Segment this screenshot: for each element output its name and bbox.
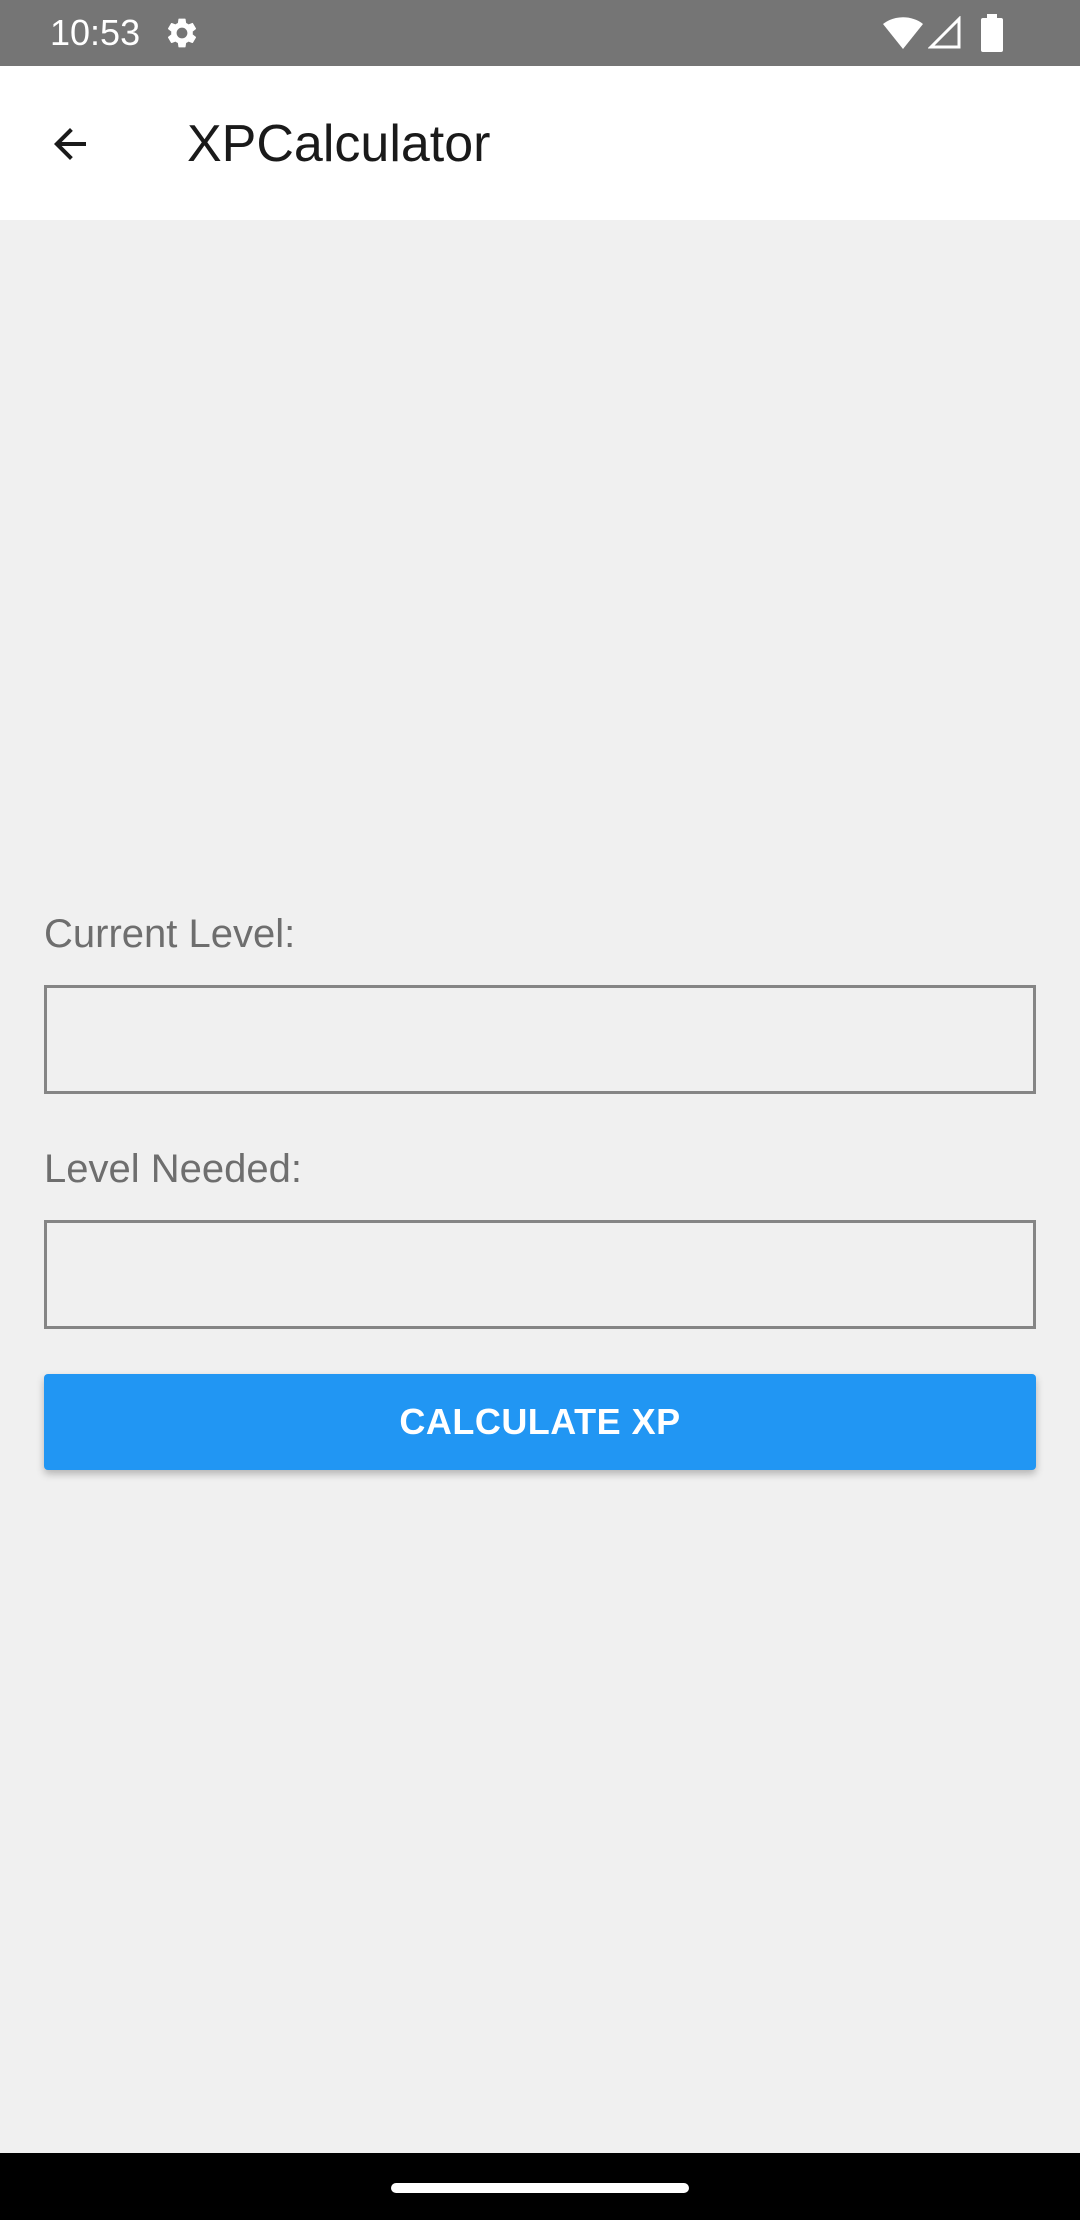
calculate-xp-button[interactable]: CALCULATE XP: [44, 1374, 1036, 1470]
status-time: 10:53: [50, 12, 141, 53]
battery-icon: [980, 14, 1004, 52]
level-needed-label: Level Needed:: [44, 1147, 302, 1191]
settings-icon: [164, 15, 200, 51]
home-gesture-handle[interactable]: [391, 2183, 689, 2193]
back-button[interactable]: [30, 106, 110, 186]
wifi-icon: [882, 16, 924, 50]
page-title: XPCalculator: [187, 115, 491, 173]
current-level-input[interactable]: [44, 985, 1036, 1094]
current-level-label: Current Level:: [44, 912, 296, 956]
arrow-back-icon: [46, 120, 94, 173]
status-bar: 10:53: [0, 0, 1080, 66]
navigation-bar: [0, 2153, 1080, 2220]
level-needed-input[interactable]: [44, 1220, 1036, 1329]
app-bar: XPCalculator: [0, 66, 1080, 220]
signal-icon: [927, 15, 962, 50]
